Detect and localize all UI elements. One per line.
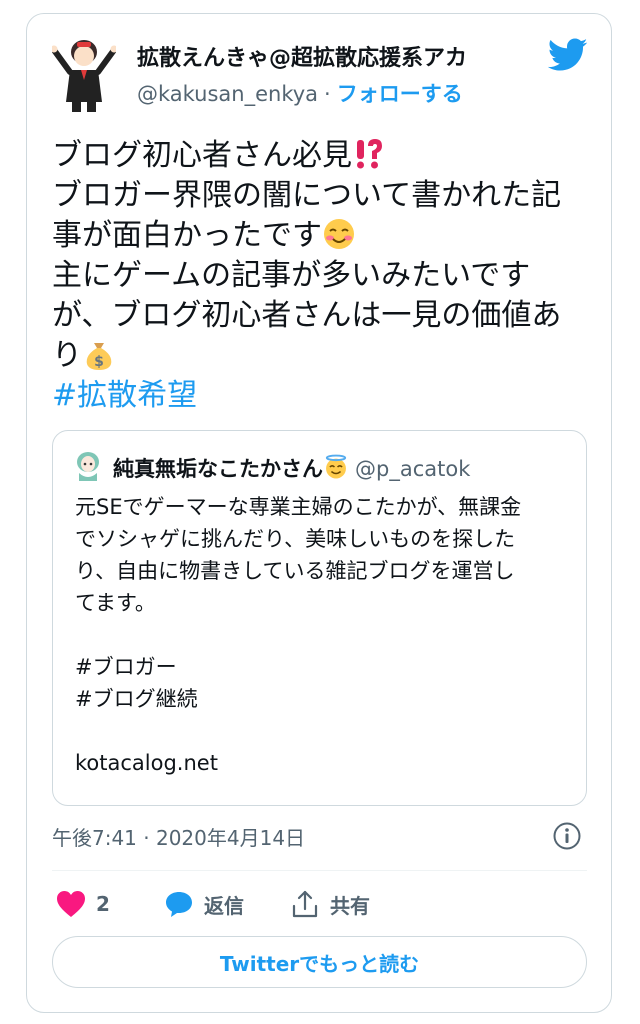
author-handle-row: @kakusan_enkya · フォローする xyxy=(137,78,463,108)
quote-author-name[interactable]: 純真無垢なこたかさん xyxy=(113,457,323,481)
share-label: 共有 xyxy=(330,893,370,918)
quote-spacer xyxy=(75,715,575,747)
like-button[interactable]: 2 xyxy=(56,884,110,924)
quote-tag-1: #ブロガー xyxy=(75,655,177,679)
smiling-blush-emoji xyxy=(324,219,354,249)
tweet-line-3: 事が面白かったです xyxy=(52,218,322,253)
follow-button[interactable]: フォローする xyxy=(337,82,463,106)
reply-button[interactable]: 返信 xyxy=(164,884,244,924)
quote-line-1: 元SEでゲーマーな専業主婦のこたかが、無課金 xyxy=(75,495,522,519)
quote-line-4: てます。 xyxy=(75,591,156,615)
heart-icon xyxy=(57,891,85,917)
speech-bubble-icon xyxy=(166,892,192,917)
divider xyxy=(52,870,587,871)
quote-author-avatar[interactable] xyxy=(75,451,101,481)
hashtag-link[interactable]: #拡散希望 xyxy=(52,376,592,416)
quote-spacer xyxy=(75,619,575,651)
tweet-line-5: が、ブログ初心者さんは一見の価値あ xyxy=(52,298,562,333)
like-count: 2 xyxy=(96,892,110,916)
read-more-button[interactable]: Twitterでもっと読む xyxy=(52,936,587,988)
tweet-line-4: 主にゲームの記事が多いみたいです xyxy=(52,258,531,293)
twitter-bird-icon[interactable] xyxy=(548,38,588,72)
quote-tag-2: #ブログ継続 xyxy=(75,687,198,711)
exclamation-question-emoji xyxy=(357,139,382,169)
quote-author-row: 純真無垢なこたかさん @p_acatok xyxy=(113,453,470,483)
separator-dot: · xyxy=(324,82,331,106)
author-avatar[interactable] xyxy=(52,36,116,114)
quote-body: 元SEでゲーマーな専業主婦のこたかが、無課金 でソシャゲに挑んだり、美味しいもの… xyxy=(75,491,575,779)
tweet-timestamp[interactable]: 午後7:41 · 2020年4月14日 xyxy=(52,822,305,851)
quote-link: kotacalog.net xyxy=(75,751,218,775)
tweet-line-2: ブロガー界隈の闇について書かれた記 xyxy=(52,178,562,213)
quoted-tweet[interactable]: 純真無垢なこたかさん @p_acatok 元SEでゲーマーな専業主婦のこたかが、無… xyxy=(52,430,587,806)
reply-label: 返信 xyxy=(204,893,244,918)
share-icon xyxy=(292,890,318,918)
quote-line-3: り、自由に物書きしている雑記ブログを運営し xyxy=(75,559,515,583)
halo-smile-emoji xyxy=(325,454,347,479)
author-handle[interactable]: @kakusan_enkya xyxy=(137,82,318,106)
svg-text:$: $ xyxy=(94,354,104,370)
author-name[interactable]: 拡散えんきゃ@超拡散応援系アカ xyxy=(137,40,467,72)
tweet-text: ブログ初心者さん必見 ブロガー界隈の闇について書かれた記 事が面白かったです 主… xyxy=(52,136,592,416)
share-button[interactable]: 共有 xyxy=(290,884,370,924)
tweet-line-6: り xyxy=(52,338,82,373)
tweet-line-1: ブログ初心者さん必見 xyxy=(52,138,352,173)
info-icon[interactable] xyxy=(552,821,582,851)
quote-author-handle[interactable]: @p_acatok xyxy=(355,457,470,481)
money-bag-emoji: $ xyxy=(86,343,112,370)
quote-line-2: でソシャゲに挑んだり、美味しいものを探した xyxy=(75,527,516,551)
